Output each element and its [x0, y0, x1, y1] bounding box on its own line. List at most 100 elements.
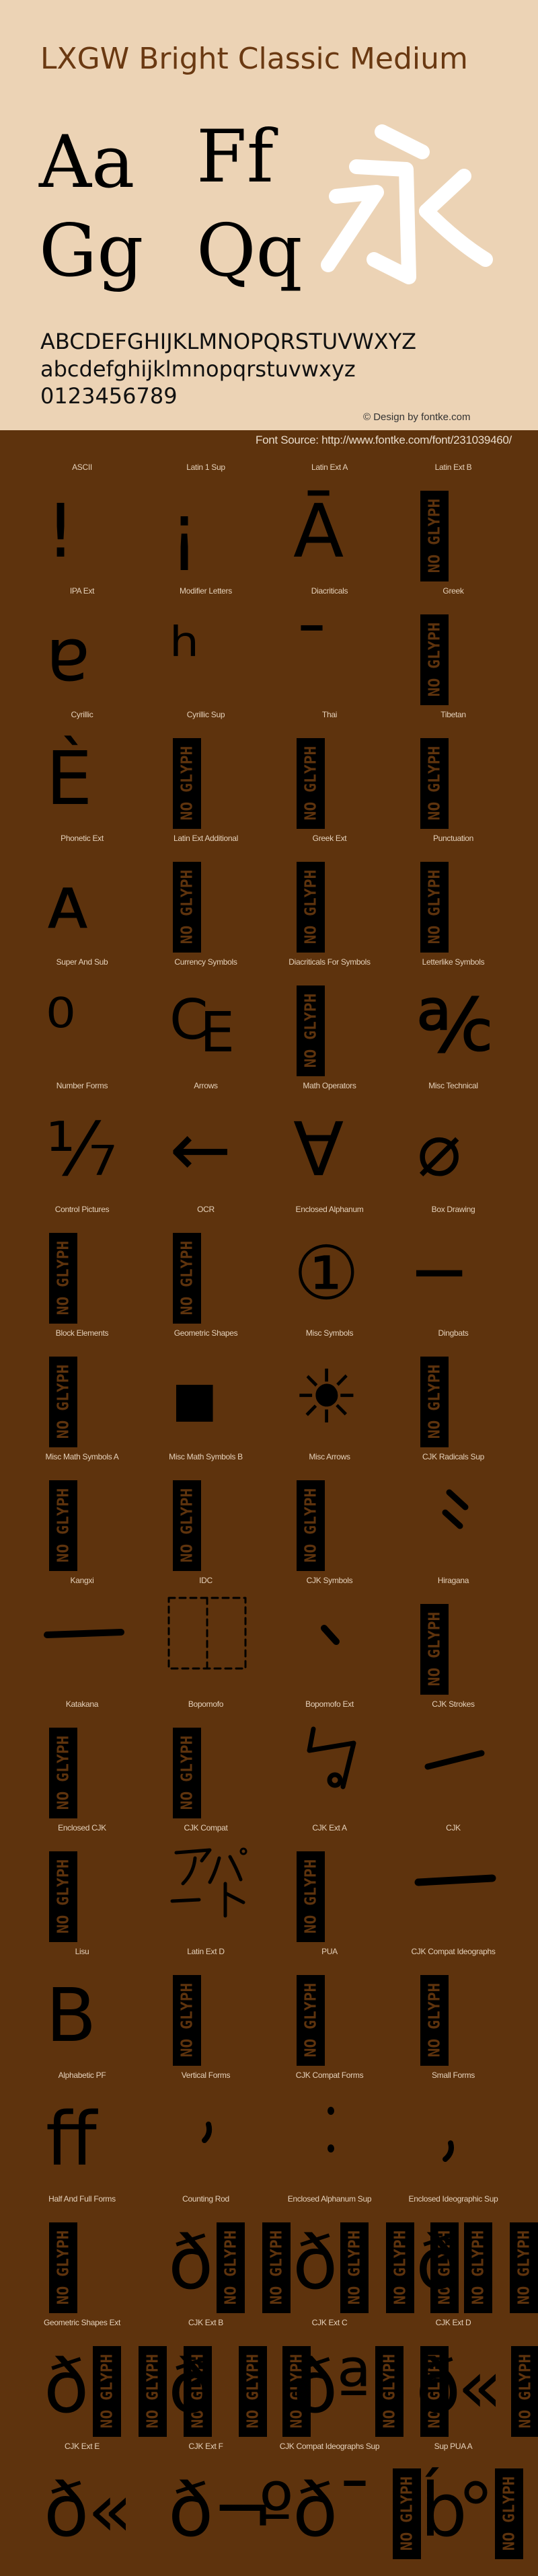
- glyph-sample-drawing: [307, 1726, 356, 1789]
- block-label: Sup PUA A: [434, 2442, 473, 2451]
- block-label: Misc Math Symbols A: [45, 1452, 119, 1461]
- no-glyph-placeholder: NO GLYPH: [93, 2346, 121, 2437]
- no-glyph-text: NO GLYPH: [54, 2230, 73, 2305]
- glyph-sample-drawing: [167, 1597, 247, 1670]
- digits-sample: 0123456789: [40, 383, 178, 409]
- block-label: CJK Compat Ideographs: [411, 1947, 496, 1956]
- no-glyph-placeholder: NO GLYPH: [173, 1480, 201, 1571]
- block-label: Latin Ext A: [311, 462, 348, 472]
- glyph-sample: ☀: [293, 1354, 360, 1440]
- block-label: Tibetan: [440, 710, 466, 719]
- block-label: Misc Arrows: [309, 1452, 350, 1461]
- no-glyph-text: NO GLYPH: [54, 1859, 73, 1934]
- glyph-sample: Ā: [293, 488, 344, 574]
- block-label: Phonetic Ext: [61, 834, 104, 843]
- no-glyph-text: NO GLYPH: [178, 1982, 196, 2058]
- no-glyph-text: NO GLYPH: [515, 2230, 533, 2305]
- glyph-sample: ꓐ: [46, 1972, 97, 2058]
- no-glyph-text: NO GLYPH: [426, 622, 444, 697]
- no-glyph-placeholder: NO GLYPH: [49, 2222, 77, 2313]
- block-label: Cyrillic: [71, 710, 93, 719]
- no-glyph-placeholder: NO GLYPH: [495, 2468, 523, 2559]
- no-glyph-placeholder: NO GLYPH: [420, 738, 449, 829]
- no-glyph-placeholder: NO GLYPH: [420, 1604, 449, 1695]
- no-glyph-text: NO GLYPH: [178, 869, 196, 944]
- block-label: CJK Ext B: [188, 2318, 223, 2327]
- glyph-sample: ▪: [169, 1354, 220, 1440]
- block-label: Greek: [443, 586, 464, 596]
- glyph-sample: ←: [169, 1106, 232, 1193]
- no-glyph-placeholder: NO GLYPH: [49, 1233, 77, 1324]
- no-glyph-placeholder: NO GLYPH: [49, 1851, 77, 1942]
- glyph-sample: ð: [44, 2343, 89, 2429]
- glyph-sample-drawing: [321, 1625, 340, 1645]
- glyph-sample-drawing: [443, 2140, 454, 2162]
- no-glyph-text: NO GLYPH: [54, 1488, 73, 1563]
- font-source-link[interactable]: Font Source: http://www.fontke.com/font/…: [256, 434, 512, 447]
- block-label: CJK Ext D: [435, 2318, 471, 2327]
- design-credit: © Design by fontke.com: [363, 411, 471, 423]
- block-label: Super And Sub: [56, 957, 108, 967]
- no-glyph-placeholder: NO GLYPH: [297, 985, 325, 1076]
- glyph-sample-drawing: [328, 2107, 334, 2152]
- no-glyph-placeholder: NO GLYPH: [262, 2222, 291, 2313]
- no-glyph-text: NO GLYPH: [302, 993, 320, 1068]
- no-glyph-text: NO GLYPH: [426, 498, 444, 573]
- block-label: Enclosed Ideographic Sup: [408, 2194, 498, 2204]
- block-label: Hiragana: [437, 1576, 469, 1585]
- uppercase-sample: ABCDEFGHIJKLMNOPQRSTUVWXYZ: [40, 329, 417, 354]
- glyph-sample: «: [457, 2343, 503, 2429]
- block-label: CJK Ext F: [188, 2442, 223, 2451]
- block-label: Lisu: [75, 1947, 89, 1956]
- glyph-sample-drawing: [170, 1847, 247, 1918]
- block-label: Geometric Shapes Ext: [43, 2318, 121, 2327]
- no-glyph-placeholder: NO GLYPH: [297, 862, 325, 953]
- no-glyph-text: NO GLYPH: [391, 2230, 410, 2305]
- glyph-sample: ᴀ: [46, 859, 90, 945]
- no-glyph-text: NO GLYPH: [302, 1982, 320, 2058]
- lowercase-sample: abcdefghijklmnopqrstuvwxyz: [40, 356, 356, 382]
- font-preview-header: LXGW Bright Classic Medium Aa Ff Gg Qq A…: [0, 0, 538, 430]
- glyph-sample: ð: [168, 2467, 214, 2553]
- block-label: Katakana: [65, 1699, 99, 1709]
- glyph-sample: ð: [168, 2220, 214, 2306]
- block-label: Greek Ext: [312, 834, 347, 843]
- block-label: OCR: [197, 1205, 215, 1214]
- block-label: Diacriticals: [311, 586, 348, 596]
- no-glyph-placeholder: NO GLYPH: [464, 2222, 492, 2313]
- block-label: ASCII: [72, 462, 92, 472]
- no-glyph-placeholder: NO GLYPH: [340, 2222, 369, 2313]
- glyph-sample: ¯: [293, 612, 330, 698]
- block-label: Control Pictures: [54, 1205, 110, 1214]
- no-glyph-placeholder: NO GLYPH: [393, 2468, 421, 2559]
- glyph-sample-drawing: [44, 1629, 124, 1638]
- no-glyph-text: NO GLYPH: [302, 1488, 320, 1563]
- no-glyph-placeholder: NO GLYPH: [49, 1357, 77, 1447]
- no-glyph-text: NO GLYPH: [302, 1859, 320, 1934]
- glyph-sample-drawing: [442, 1489, 469, 1529]
- block-label: CJK Compat Ideographs Sup: [279, 2442, 380, 2451]
- block-label: Enclosed CJK: [58, 1823, 106, 1833]
- no-glyph-text: NO GLYPH: [178, 1488, 196, 1563]
- block-label: Punctuation: [432, 834, 474, 843]
- block-label: Misc Math Symbols B: [169, 1452, 243, 1461]
- block-label: Misc Technical: [428, 1081, 478, 1090]
- no-glyph-text: NO GLYPH: [302, 746, 320, 821]
- glyph-sample: ð: [416, 2343, 461, 2429]
- no-glyph-text: NO GLYPH: [381, 2353, 399, 2429]
- glyph-sample: ð: [168, 2343, 214, 2429]
- block-label: Misc Symbols: [305, 1328, 354, 1338]
- no-glyph-placeholder: NO GLYPH: [297, 1975, 325, 2066]
- block-label: Math Operators: [303, 1081, 356, 1090]
- glyph-sample: º: [259, 2467, 294, 2553]
- glyph-sample: ɐ: [46, 612, 91, 698]
- block-label: Cyrillic Sup: [186, 710, 225, 719]
- no-glyph-text: NO GLYPH: [426, 746, 444, 821]
- block-label: Currency Symbols: [174, 957, 237, 967]
- no-glyph-text: NO GLYPH: [244, 2353, 262, 2429]
- no-glyph-text: NO GLYPH: [98, 2353, 116, 2429]
- no-glyph-placeholder: NO GLYPH: [239, 2346, 267, 2437]
- no-glyph-text: NO GLYPH: [426, 869, 444, 944]
- block-label: CJK Ext C: [311, 2318, 348, 2327]
- no-glyph-text: NO GLYPH: [516, 2353, 535, 2429]
